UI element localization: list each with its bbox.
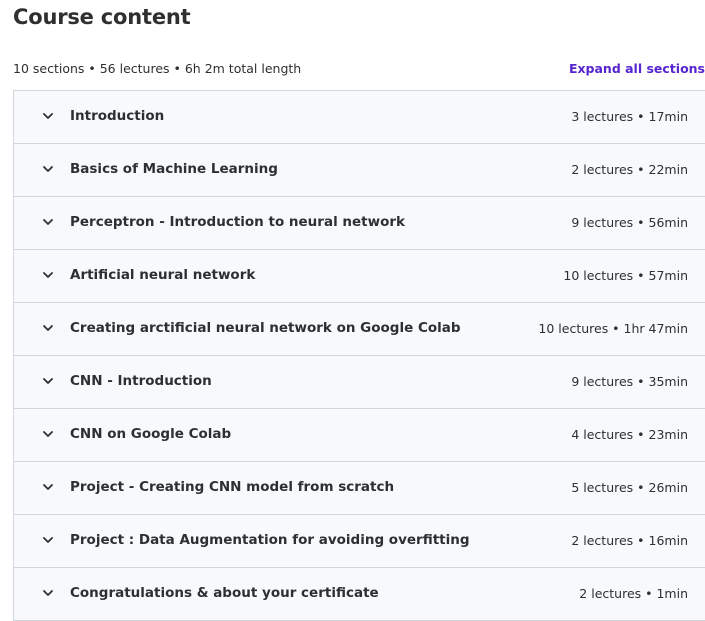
section-meta: 3 lectures • 17min xyxy=(571,109,688,124)
section-meta: 5 lectures • 26min xyxy=(571,480,688,495)
section-title: CNN on Google Colab xyxy=(70,426,232,442)
section-meta: 4 lectures • 23min xyxy=(571,427,688,442)
chevron-down-icon[interactable] xyxy=(42,428,54,440)
course-content-panel: Course content 10 sections • 56 lectures… xyxy=(0,0,705,621)
chevron-down-icon[interactable] xyxy=(42,534,54,546)
section-row[interactable]: Perceptron - Introduction to neural netw… xyxy=(14,197,705,250)
chevron-down-icon[interactable] xyxy=(42,481,54,493)
chevron-down-icon[interactable] xyxy=(42,269,54,281)
section-row[interactable]: Artificial neural network 10 lectures • 5… xyxy=(14,250,705,303)
section-row[interactable]: Project : Data Augmentation for avoiding… xyxy=(14,515,705,568)
course-summary-row: 10 sections • 56 lectures • 6h 2m total … xyxy=(13,61,705,79)
chevron-down-icon[interactable] xyxy=(42,163,54,175)
section-title: Creating arctificial neural network on G… xyxy=(70,320,461,336)
section-meta: 2 lectures • 1min xyxy=(579,586,688,601)
section-row[interactable]: CNN - Introduction 9 lectures • 35min xyxy=(14,356,705,409)
section-row[interactable]: CNN on Google Colab 4 lectures • 23min xyxy=(14,409,705,462)
section-meta: 9 lectures • 35min xyxy=(571,374,688,389)
section-title: CNN - Introduction xyxy=(70,373,212,389)
chevron-down-icon[interactable] xyxy=(42,216,54,228)
section-title: Introduction xyxy=(70,108,165,124)
section-title: Project : Data Augmentation for avoiding… xyxy=(70,532,470,548)
section-row[interactable]: Creating arctificial neural network on G… xyxy=(14,303,705,356)
chevron-down-icon[interactable] xyxy=(42,110,54,122)
section-title: Artificial neural network xyxy=(70,267,256,283)
section-title: Basics of Machine Learning xyxy=(70,161,278,177)
section-meta: 10 lectures • 57min xyxy=(563,268,688,283)
section-meta: 2 lectures • 16min xyxy=(571,533,688,548)
section-title: Perceptron - Introduction to neural netw… xyxy=(70,214,405,230)
section-row[interactable]: Basics of Machine Learning 2 lectures • 2… xyxy=(14,144,705,197)
section-row[interactable]: Introduction 3 lectures • 17min xyxy=(14,91,705,144)
section-meta: 9 lectures • 56min xyxy=(571,215,688,230)
chevron-down-icon[interactable] xyxy=(42,322,54,334)
sections-list: Introduction 3 lectures • 17min Basics of … xyxy=(13,90,705,621)
course-summary: 10 sections • 56 lectures • 6h 2m total … xyxy=(13,61,302,76)
expand-all-sections-button[interactable]: Expand all sections xyxy=(569,61,705,76)
section-row[interactable]: Congratulations & about your certificate… xyxy=(14,568,705,621)
section-title: Congratulations & about your certificate xyxy=(70,585,379,601)
section-meta: 2 lectures • 22min xyxy=(571,162,688,177)
chevron-down-icon[interactable] xyxy=(42,375,54,387)
section-title: Project - Creating CNN model from scratc… xyxy=(70,479,395,495)
section-row[interactable]: Project - Creating CNN model from scratc… xyxy=(14,462,705,515)
section-meta: 10 lectures • 1hr 47min xyxy=(538,321,688,336)
chevron-down-icon[interactable] xyxy=(42,587,54,599)
page-title: Course content xyxy=(13,5,191,29)
